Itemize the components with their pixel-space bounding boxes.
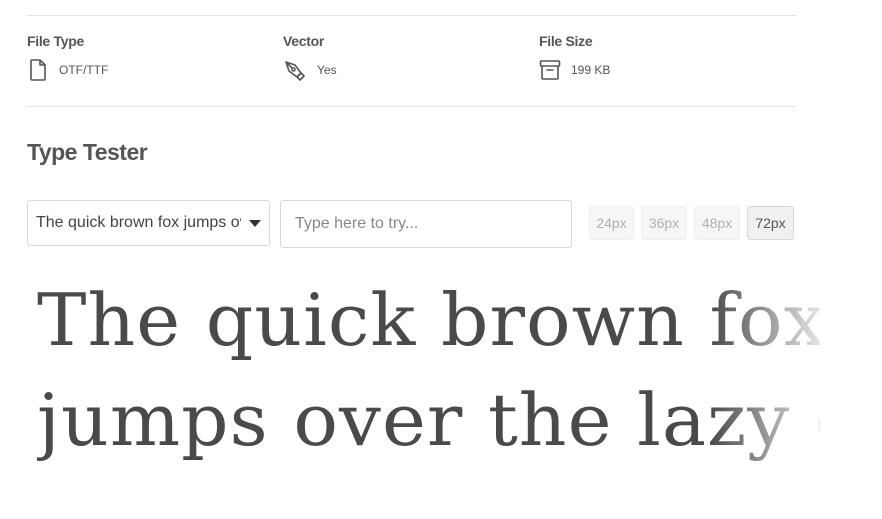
file-type-value: OTF/TTF	[59, 63, 109, 77]
type-tester-title: Type Tester	[27, 139, 148, 165]
type-preview: The quick brown fox jumps over the lazy …	[37, 270, 820, 470]
file-size-value: 199 KB	[571, 63, 611, 77]
size-72px-button[interactable]: 72px	[747, 206, 794, 240]
vector-label: Vector	[283, 33, 324, 49]
type-tester-input[interactable]	[280, 200, 572, 248]
file-size-label: File Size	[539, 33, 593, 49]
vector-value: Yes	[317, 63, 337, 77]
archive-box-icon	[539, 58, 561, 82]
chevron-down-icon	[249, 220, 261, 227]
size-36px-button[interactable]: 36px	[641, 206, 687, 240]
pen-tool-icon	[283, 58, 307, 82]
vector-info: Vector Yes	[283, 33, 337, 82]
preview-line-1: The quick brown fox	[37, 278, 820, 362]
top-divider	[27, 15, 796, 16]
size-24px-button[interactable]: 24px	[589, 206, 634, 240]
size-48px-button[interactable]: 48px	[694, 206, 740, 240]
section-divider	[27, 106, 796, 107]
file-type-label: File Type	[27, 33, 84, 49]
preview-line-2: jumps over the lazy dog	[37, 378, 820, 462]
font-details-page: File Type OTF/TTF Vector Yes File Size 1…	[0, 0, 882, 519]
file-type-info: File Type OTF/TTF	[27, 33, 108, 82]
sample-text-selected: The quick brown fox jumps over the lazy …	[36, 214, 241, 231]
file-icon	[27, 58, 49, 82]
sample-text-select[interactable]: The quick brown fox jumps over the lazy …	[27, 200, 270, 246]
file-size-info: File Size 199 KB	[539, 33, 610, 82]
